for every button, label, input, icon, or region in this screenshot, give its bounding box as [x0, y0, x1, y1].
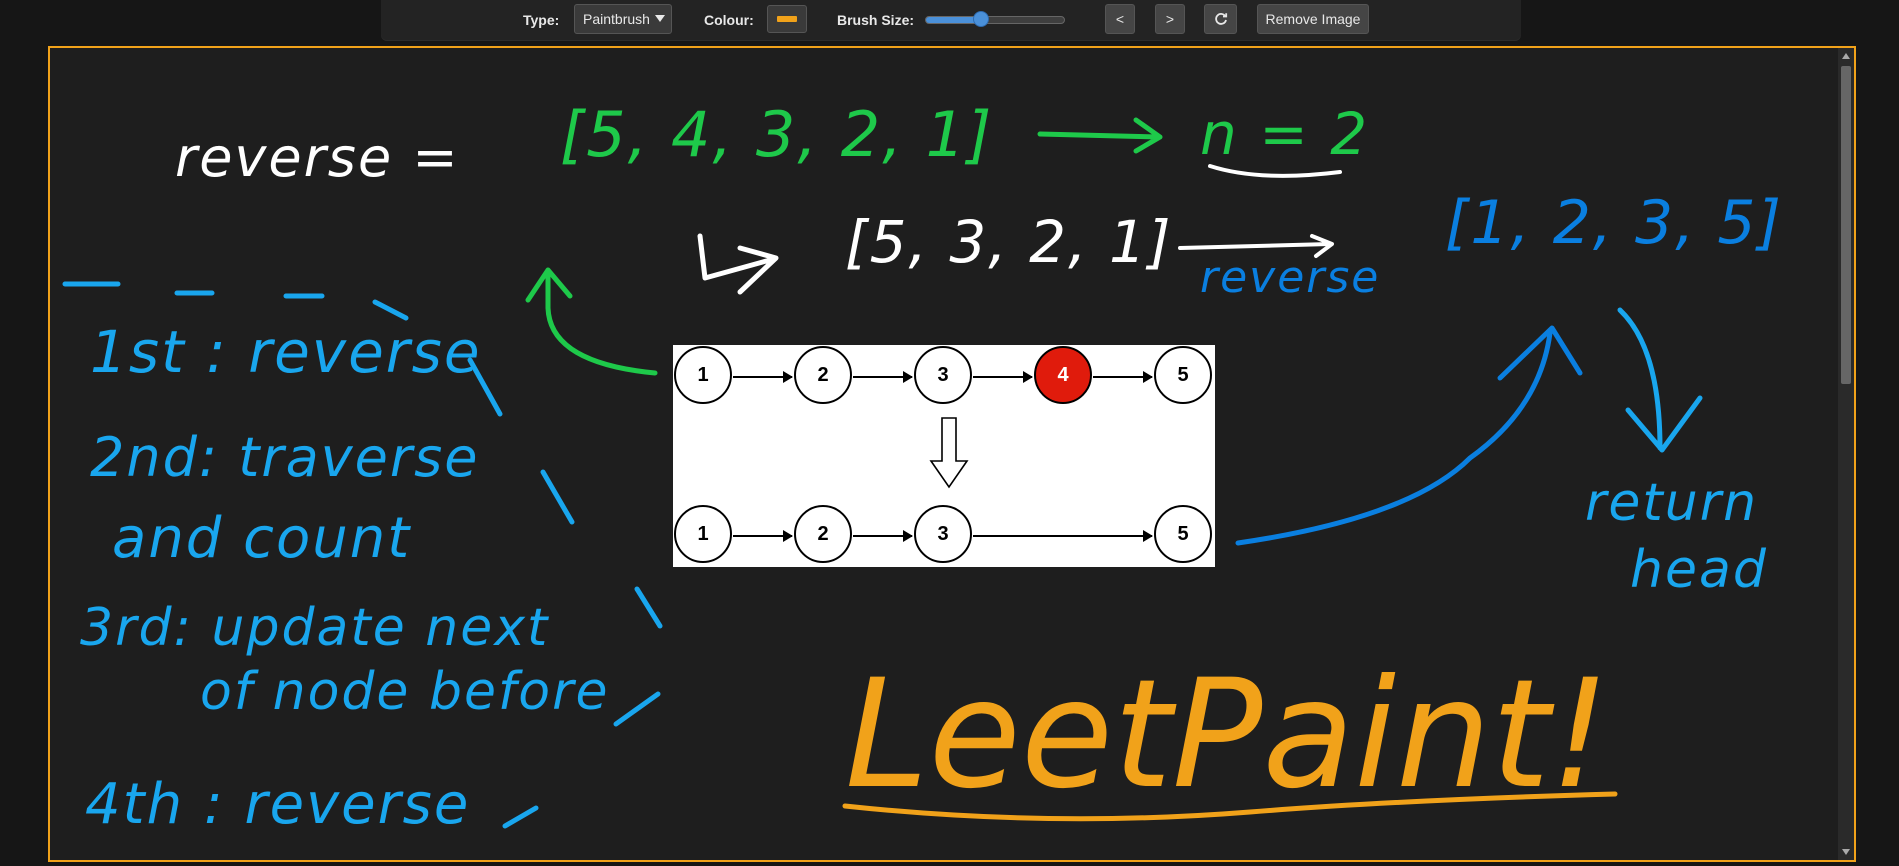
- cyan-dash-right: [467, 357, 663, 829]
- bottom-edge-3: [973, 530, 1153, 542]
- undo-button[interactable]: <: [1105, 4, 1135, 34]
- colour-label: Colour:: [704, 12, 754, 28]
- type-label: Type:: [523, 12, 560, 28]
- top-edge-4: [1093, 371, 1153, 383]
- bottom-node-3: 3: [914, 505, 972, 563]
- step-3-text: 3rd: update next: [80, 598, 550, 658]
- step-2b-text: and count: [112, 506, 412, 571]
- leetpaint-title: LeetPaint!: [845, 648, 1611, 822]
- bottom-edge-2: [853, 530, 913, 542]
- bottom-node-2: 2: [794, 505, 852, 563]
- top-node-3: 3: [914, 346, 972, 404]
- scroll-thumb[interactable]: [1841, 66, 1851, 384]
- n-value-text: n = 2: [1200, 100, 1370, 168]
- step-1-text: 1st : reverse: [90, 318, 482, 386]
- bottom-node-1: 1: [674, 505, 732, 563]
- step-2-text: 2nd: traverse: [90, 426, 480, 489]
- reverse-label-text: reverse: [1200, 252, 1381, 303]
- reverse-equals-text: reverse =: [175, 126, 460, 189]
- head-text: head: [1630, 540, 1768, 600]
- refresh-icon: [1214, 13, 1227, 25]
- vertical-scrollbar[interactable]: [1838, 48, 1854, 860]
- linked-list-image: 1 2 3 4 5 1 2 3 5: [673, 345, 1215, 567]
- blue-curve-arrow: [1235, 325, 1583, 546]
- full-list-text: [5, 4, 3, 2, 1]: [560, 98, 994, 171]
- type-select-value: Paintbrush: [583, 11, 650, 27]
- green-curve-arrow: [525, 267, 658, 376]
- scroll-down-icon[interactable]: [1842, 849, 1850, 855]
- green-arrow-right: [1037, 117, 1163, 154]
- chevron-down-icon: [655, 15, 665, 22]
- refresh-button[interactable]: [1204, 4, 1237, 34]
- cyan-dash-top: [62, 281, 409, 321]
- brush-size-slider[interactable]: [925, 11, 1065, 27]
- top-edge-2: [853, 371, 913, 383]
- top-node-2: 2: [794, 346, 852, 404]
- brush-size-thumb[interactable]: [973, 11, 990, 27]
- brush-size-label: Brush Size:: [837, 12, 915, 28]
- removed-list-text: [5, 3, 2, 1]: [845, 208, 1173, 276]
- return-text: return: [1585, 473, 1759, 533]
- top-node-5: 5: [1154, 346, 1212, 404]
- toolbar: Type: Paintbrush Colour: Brush Size: < >…: [381, 0, 1521, 40]
- white-hook-arrow: [697, 233, 779, 295]
- top-edge-1: [733, 371, 793, 383]
- drawing-canvas[interactable]: reverse = [5, 4, 3, 2, 1] n = 2 [5, 3, 2…: [48, 46, 1856, 862]
- colour-picker[interactable]: [767, 5, 807, 33]
- result-list-text: [1, 2, 3, 5]: [1445, 188, 1783, 258]
- redo-button[interactable]: >: [1155, 4, 1185, 34]
- scroll-up-icon[interactable]: [1842, 53, 1850, 59]
- top-node-1: 1: [674, 346, 732, 404]
- type-select[interactable]: Paintbrush: [574, 4, 672, 34]
- remove-image-button[interactable]: Remove Image: [1257, 4, 1369, 34]
- bottom-node-5: 5: [1154, 505, 1212, 563]
- colour-swatch-fill: [777, 16, 797, 22]
- bottom-edge-1: [733, 530, 793, 542]
- top-edge-3: [973, 371, 1033, 383]
- down-arrow-icon: [929, 417, 969, 489]
- top-node-4-removed: 4: [1034, 346, 1092, 404]
- step-4-text: 4th : reverse: [85, 772, 471, 837]
- cyan-down-arrow: [1617, 307, 1703, 453]
- step-3b-text: of node before: [200, 662, 610, 722]
